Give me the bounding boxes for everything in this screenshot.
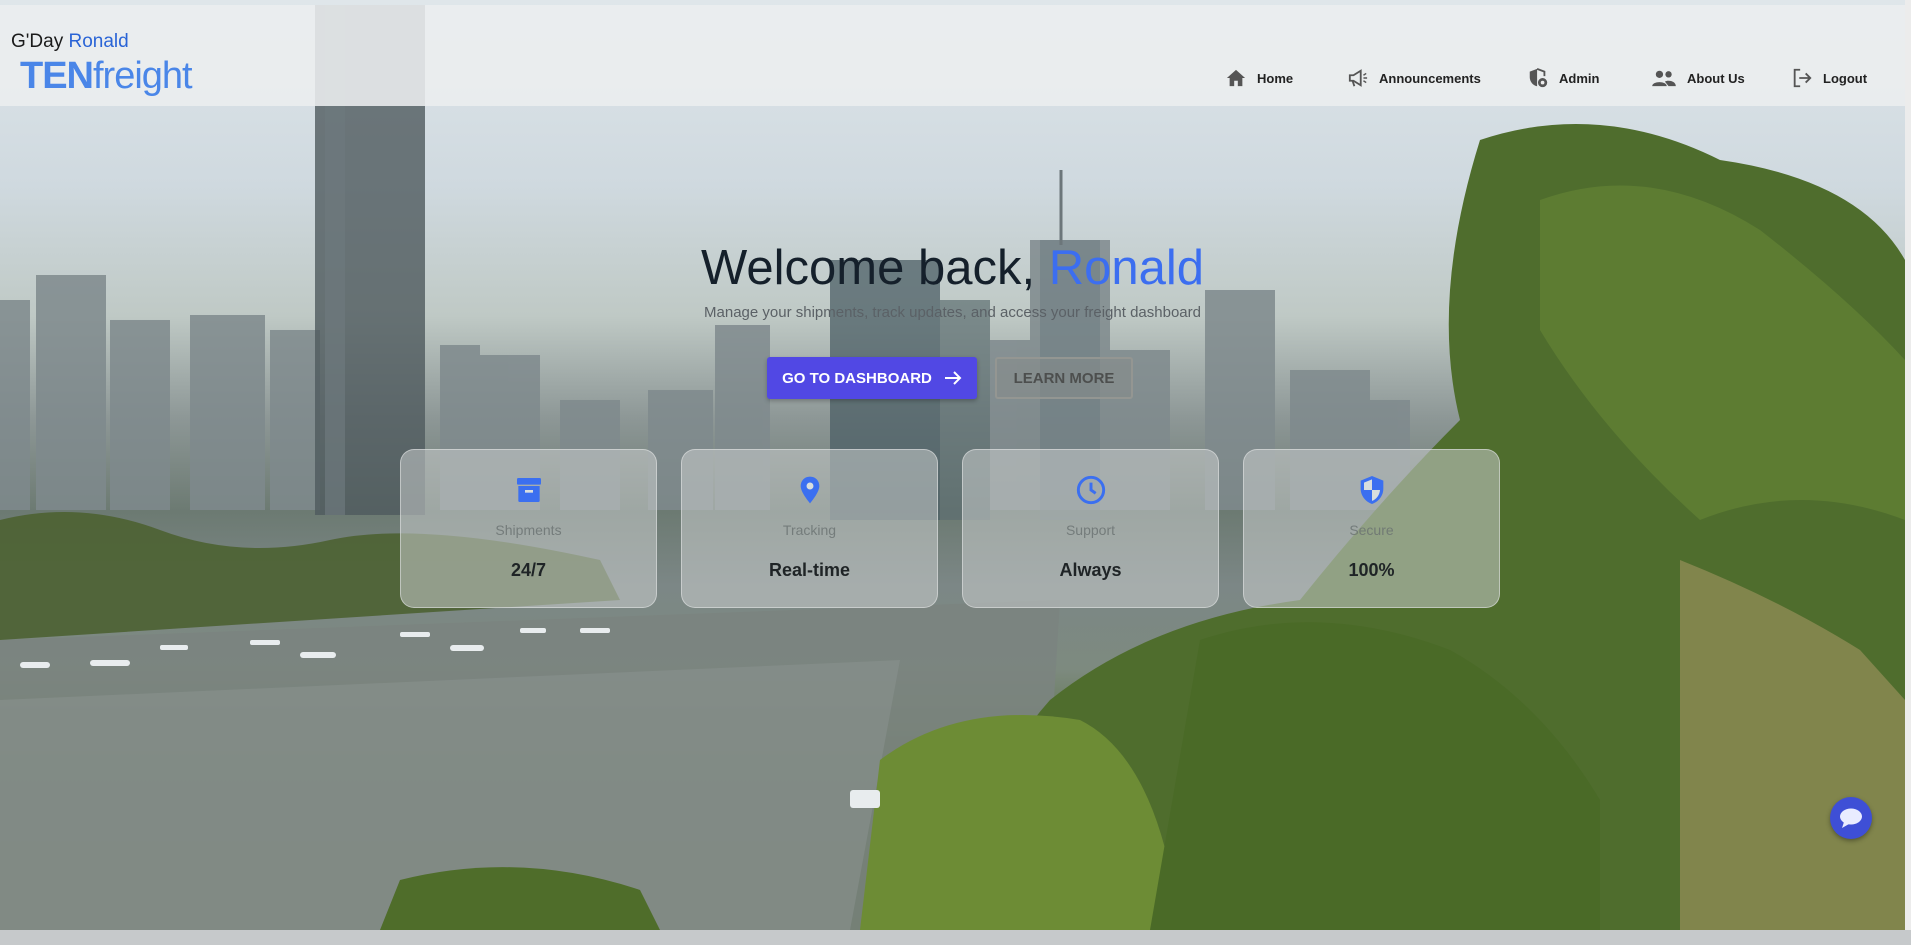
greeting-user-name: Ronald <box>68 31 129 52</box>
location-pin-icon <box>800 476 819 504</box>
megaphone-icon <box>1348 69 1368 87</box>
learn-more-label: LEARN MORE <box>1013 369 1115 387</box>
greeting-text: G'Day <box>11 31 64 52</box>
clock-icon <box>1076 475 1105 505</box>
nav-logout-label: Logout <box>1823 70 1868 86</box>
people-icon <box>1652 70 1676 87</box>
chat-button[interactable] <box>1830 797 1872 839</box>
tenfreight-logo[interactable]: TENfreight <box>20 55 193 98</box>
shield-icon <box>1360 476 1383 504</box>
welcome-user-name: Ronald <box>1048 241 1204 295</box>
page-bottom-edge <box>0 930 1911 945</box>
stat-label: Support <box>1065 522 1116 538</box>
stat-value: Always <box>1059 560 1122 580</box>
admin-shield-icon <box>1529 67 1548 88</box>
welcome-heading: Welcome back, Ronald <box>0 240 1905 296</box>
home-icon <box>1226 69 1246 87</box>
top-header: G'Day Ronald TENfreight Home Announcemen… <box>0 5 1905 106</box>
welcome-subtitle: Manage your shipments, track updates, an… <box>704 304 1201 321</box>
logout-icon <box>1793 68 1812 88</box>
welcome-prefix: Welcome back, <box>701 241 1049 295</box>
learn-more-button[interactable]: LEARN MORE <box>995 357 1133 399</box>
nav-logout[interactable]: Logout <box>1791 67 1867 89</box>
logo-ten-text: TEN <box>20 55 94 97</box>
nav-announcements-label: Announcements <box>1379 70 1481 86</box>
nav-about-us-label: About Us <box>1687 70 1745 86</box>
nav-admin[interactable]: Admin <box>1527 67 1599 89</box>
stat-card-secure: Secure 100% <box>1243 449 1500 608</box>
nav-admin-label: Admin <box>1559 70 1600 86</box>
logo-freight-text: freight <box>93 55 193 97</box>
scrollbar-track[interactable] <box>1905 0 1911 930</box>
nav-announcements[interactable]: Announcements <box>1347 67 1481 89</box>
stat-label: Secure <box>1349 522 1394 538</box>
stat-value: 100% <box>1348 560 1395 580</box>
archive-box-icon <box>516 478 541 502</box>
arrow-right-icon <box>944 371 962 385</box>
stat-card-tracking: Tracking Real-time <box>681 449 938 608</box>
nav-home[interactable]: Home <box>1225 67 1293 89</box>
go-to-dashboard-label: GO TO DASHBOARD <box>782 369 932 387</box>
nav-about-us[interactable]: About Us <box>1651 67 1745 89</box>
stat-value: Real-time <box>768 560 851 580</box>
stat-label: Shipments <box>495 522 562 538</box>
city-river-scenery <box>0 5 1905 930</box>
greeting: G'Day Ronald <box>11 31 129 53</box>
stat-card-shipments: Shipments 24/7 <box>400 449 657 608</box>
hero-background-image <box>0 0 1905 930</box>
stat-value: 24/7 <box>510 560 547 580</box>
stat-card-support: Support Always <box>962 449 1219 608</box>
nav-home-label: Home <box>1257 70 1294 86</box>
stat-label: Tracking <box>782 522 837 538</box>
chat-bubble-icon <box>1840 808 1862 828</box>
go-to-dashboard-button[interactable]: GO TO DASHBOARD <box>767 357 977 399</box>
